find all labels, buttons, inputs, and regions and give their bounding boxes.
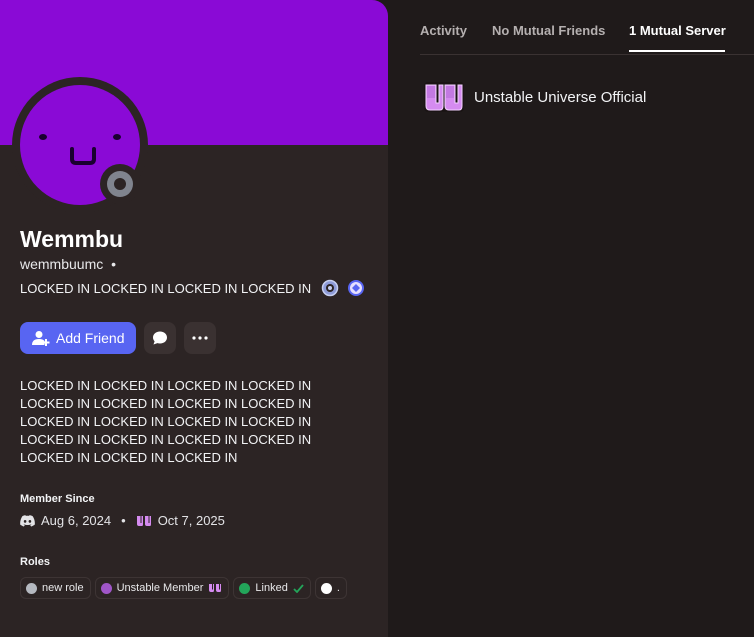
quest-badge-icon[interactable] [321, 279, 339, 297]
uu-server-icon [424, 82, 464, 112]
profile-tabs: Activity No Mutual Friends 1 Mutual Serv… [420, 0, 754, 55]
role-chip[interactable]: Unstable Member [94, 577, 230, 599]
username-row: wemmbuumc • [20, 256, 116, 272]
discord-logo-icon [20, 514, 35, 526]
role-label: Linked [255, 582, 288, 594]
offline-status-icon [107, 171, 133, 197]
check-icon [293, 583, 304, 593]
role-color-dot [320, 582, 332, 594]
roles-title: Roles [20, 556, 50, 568]
add-friend-icon [32, 331, 50, 346]
discord-join-date: Aug 6, 2024 [41, 513, 112, 528]
tab-mutual-friends[interactable]: No Mutual Friends [492, 23, 605, 38]
uu-icon [209, 584, 222, 592]
chat-bubble-icon [153, 331, 168, 345]
custom-status: LOCKED IN LOCKED IN LOCKED IN LOCKED IN [20, 279, 365, 297]
username-separator: • [111, 256, 117, 272]
custom-status-text: LOCKED IN LOCKED IN LOCKED IN LOCKED IN [20, 280, 312, 296]
active-tab-indicator [629, 50, 725, 52]
role-chip[interactable]: . [314, 577, 347, 599]
member-since-row: Aug 6, 2024 • Oct 7, 2025 [20, 513, 225, 528]
message-button[interactable] [144, 322, 177, 354]
member-since-title: Member Since [20, 493, 95, 505]
display-name: Wemmbu [20, 226, 124, 252]
nitro-badge-icon[interactable] [347, 279, 365, 297]
status-indicator [100, 164, 140, 204]
app-root: Wemmbu wemmbuumc • LOCKED IN LOCKED IN L… [0, 0, 754, 637]
avatar-container[interactable] [12, 77, 148, 213]
member-since-separator: • [121, 513, 126, 528]
profile-bio: LOCKED IN LOCKED IN LOCKED IN LOCKED IN … [20, 378, 312, 465]
role-color-dot [239, 582, 251, 594]
profile-actions: Add Friend [20, 322, 217, 354]
role-label: new role [42, 582, 84, 594]
add-friend-button[interactable]: Add Friend [20, 322, 137, 354]
tab-mutual-servers[interactable]: 1 Mutual Server [629, 23, 726, 38]
username[interactable]: wemmbuumc [20, 256, 103, 272]
uu-server-icon [136, 515, 151, 526]
more-options-button[interactable] [184, 322, 217, 354]
role-chip[interactable]: new role [20, 577, 91, 599]
ellipsis-icon [192, 336, 209, 340]
role-color-dot [100, 582, 112, 594]
role-color-dot [26, 582, 37, 594]
add-friend-label: Add Friend [56, 330, 125, 346]
profile-panel: Wemmbu wemmbuumc • LOCKED IN LOCKED IN L… [0, 0, 388, 637]
role-chip[interactable]: Linked [233, 577, 311, 599]
server-join-date: Oct 7, 2025 [157, 513, 225, 528]
roles-list: new role Unstable Member Linked . [20, 577, 360, 599]
role-label: Unstable Member [116, 582, 204, 594]
tab-activity[interactable]: Activity [420, 23, 467, 38]
mutual-server-name: Unstable Universe Official [474, 88, 647, 106]
mutual-server-item[interactable]: Unstable Universe Official [424, 82, 646, 112]
role-label: . [336, 582, 340, 594]
